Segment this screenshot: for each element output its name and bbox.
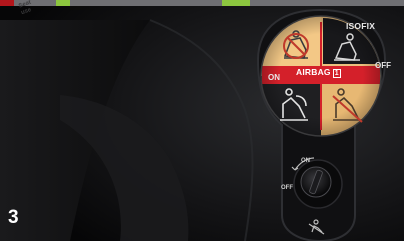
- airbag-label: AIRBAG 1: [296, 68, 341, 78]
- airbag-text: AIRBAG: [296, 67, 331, 77]
- photo-illustration: [0, 0, 404, 241]
- figure-number: 3: [8, 207, 19, 228]
- airbag-off-label: OFF: [375, 61, 391, 70]
- airbag-number-badge: 1: [332, 69, 341, 78]
- switch-on-label: ON: [301, 158, 310, 164]
- isofix-label: ISOFIX: [346, 21, 376, 31]
- switch-off-label: OFF: [281, 185, 293, 191]
- airbag-switch-photo: 3 ISOFIX ON OFF AIRBAG 1 ON OFF Seat use: [0, 0, 404, 241]
- airbag-on-label: ON: [268, 73, 280, 82]
